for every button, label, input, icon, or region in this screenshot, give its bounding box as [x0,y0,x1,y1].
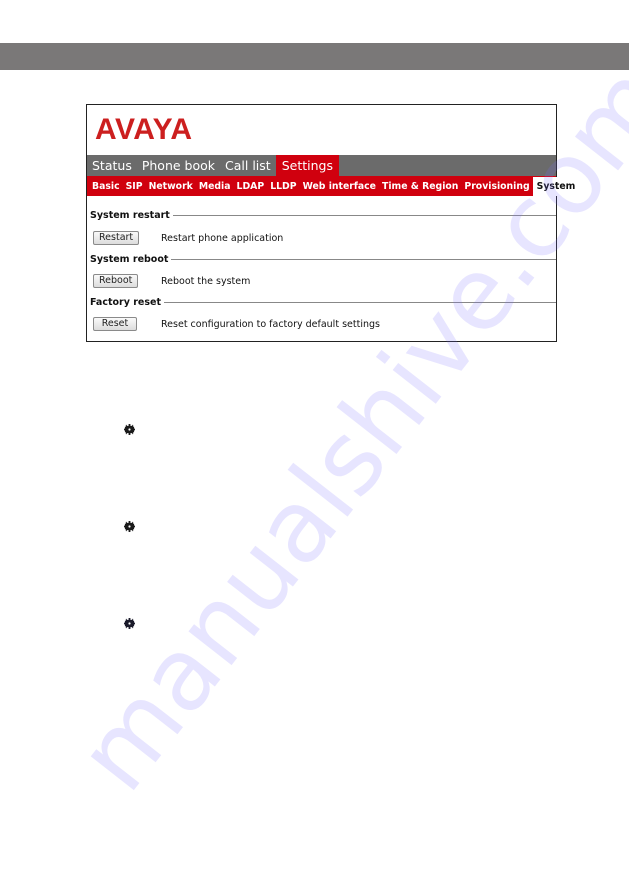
section-system-restart: System restart [90,210,556,221]
main-tab-bar: Status Phone book Call list Settings [87,155,556,176]
tab-phone-book[interactable]: Phone book [137,155,220,176]
section-title: System reboot [90,254,169,265]
reset-row: Reset Reset configuration to factory def… [93,317,553,331]
section-factory-reset: Factory reset [90,297,556,308]
subtab-provisioning[interactable]: Provisioning [461,178,532,196]
subtab-web-interface[interactable]: Web interface [300,178,379,196]
subtab-ldap[interactable]: LDAP [234,178,268,196]
section-title: Factory reset [90,297,161,308]
subtab-system[interactable]: System [532,177,580,196]
subtab-lldp[interactable]: LLDP [267,178,299,196]
page-header-band [0,43,629,70]
subtab-sip[interactable]: SIP [123,178,146,196]
gear-bullet-icon [124,521,135,532]
restart-button[interactable]: Restart [93,231,140,245]
reboot-description: Reboot the system [161,275,251,287]
gear-bullet-icon [124,618,135,629]
section-system-reboot: System reboot [90,254,556,265]
reboot-row: Reboot Reboot the system [93,274,553,288]
subtab-time-region[interactable]: Time & Region [379,178,461,196]
reboot-button[interactable]: Reboot [93,274,139,288]
section-title: System restart [90,210,170,221]
avaya-logo: AVAYA [95,113,193,146]
gear-bullet-icon [124,424,135,435]
section-divider [172,215,556,216]
subtab-basic[interactable]: Basic [89,178,123,196]
reset-button[interactable]: Reset [93,317,137,331]
tab-settings[interactable]: Settings [275,155,339,176]
restart-row: Restart Restart phone application [93,231,553,245]
tab-status[interactable]: Status [87,155,137,176]
web-ui-screenshot: AVAYA Status Phone book Call list Settin… [86,104,580,342]
section-divider [164,302,556,303]
tab-call-list[interactable]: Call list [220,155,276,176]
subtab-network[interactable]: Network [146,178,196,196]
reset-description: Reset configuration to factory default s… [161,318,380,330]
section-divider [171,259,556,260]
subtab-media[interactable]: Media [196,178,234,196]
restart-description: Restart phone application [161,232,284,244]
settings-sub-tab-bar: Basic SIP Network Media LDAP LLDP Web in… [87,176,580,196]
